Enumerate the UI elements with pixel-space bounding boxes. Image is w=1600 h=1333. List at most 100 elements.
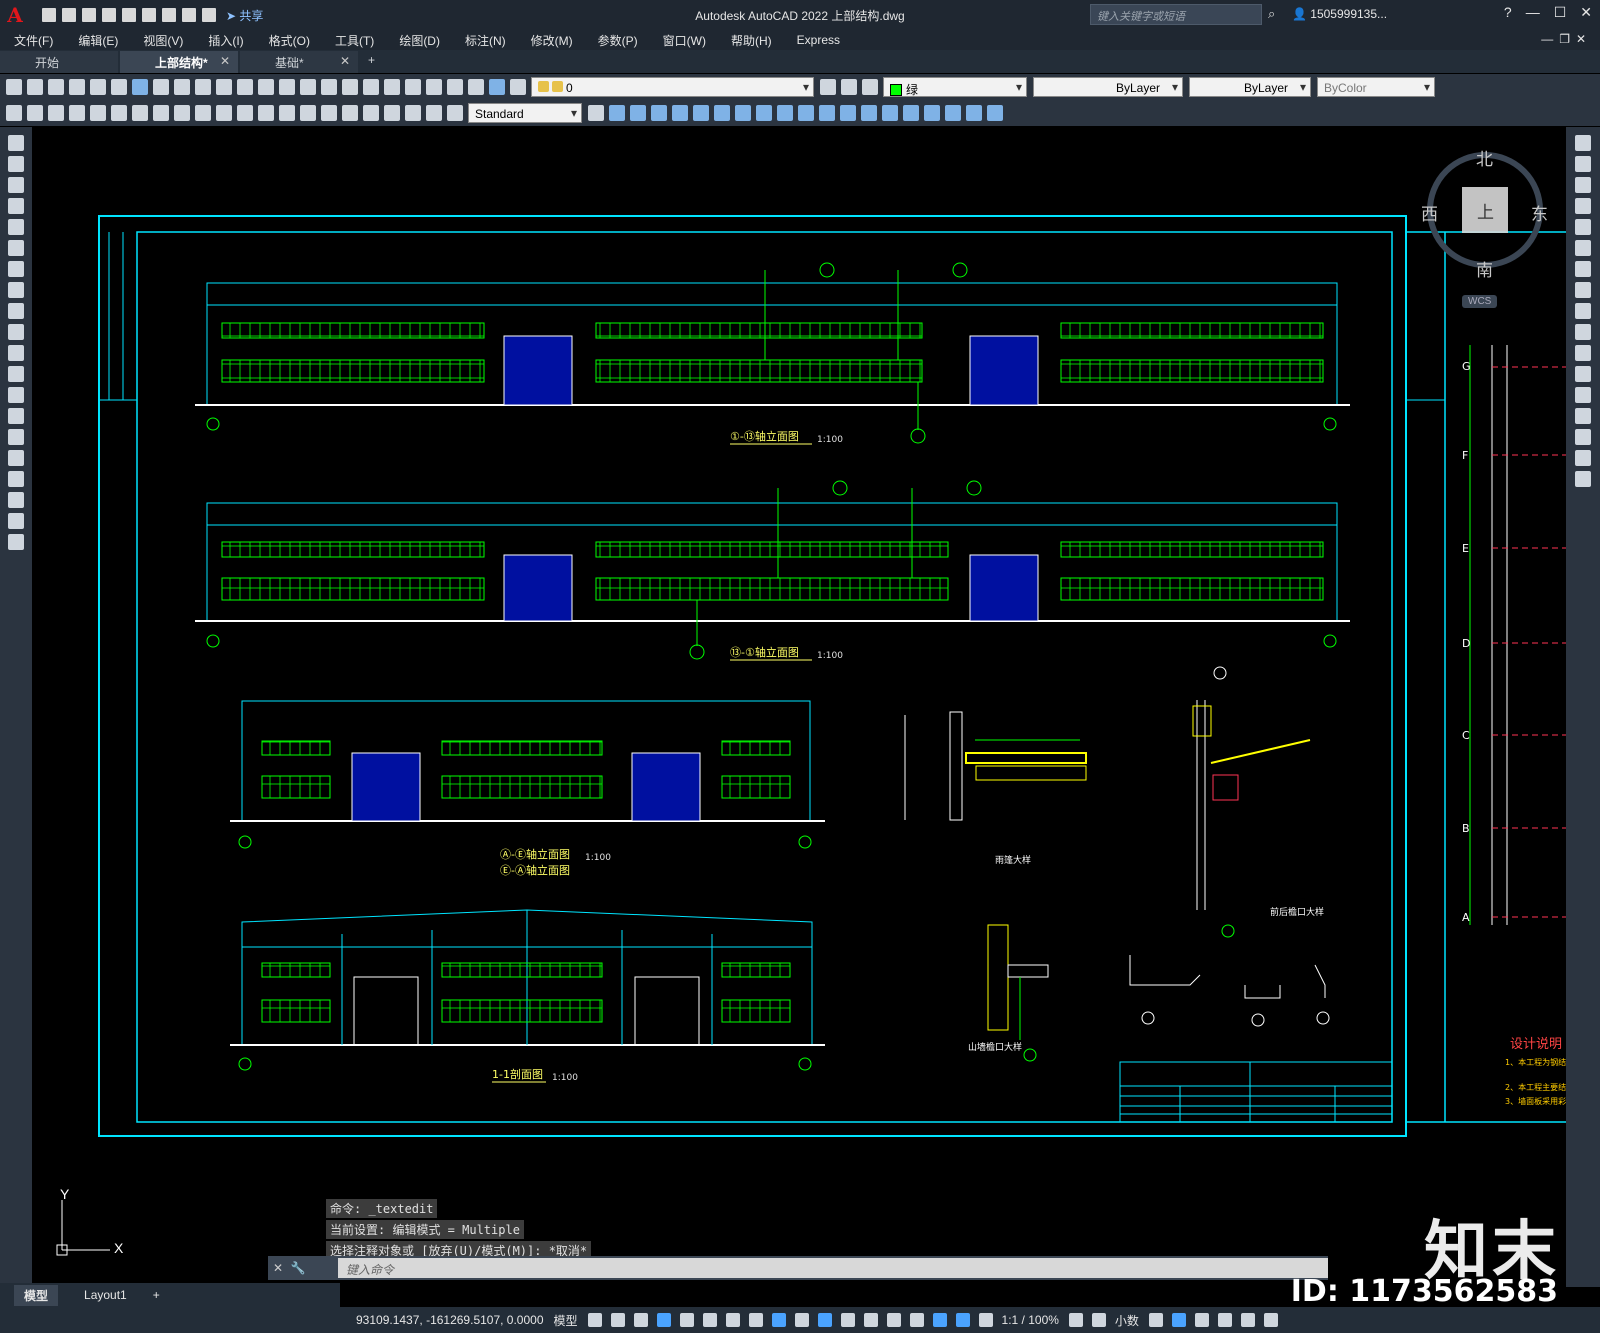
circle-icon[interactable] — [8, 261, 24, 277]
view-left-icon[interactable] — [672, 105, 688, 121]
model-space-button[interactable]: 模型 — [554, 1312, 578, 1329]
menu-format[interactable]: 格式(O) — [269, 32, 310, 49]
publish-icon[interactable] — [111, 79, 127, 95]
make-block-icon[interactable] — [8, 387, 24, 403]
ordinate-dim-icon[interactable] — [132, 105, 148, 121]
ellipse-arc-icon[interactable] — [8, 345, 24, 361]
hardware-accel-icon[interactable] — [1217, 1313, 1232, 1327]
tab-model[interactable]: 模型 — [14, 1284, 59, 1306]
auto-scale-icon[interactable] — [978, 1313, 993, 1327]
grid-icon[interactable] — [587, 1313, 602, 1327]
ellipse-icon[interactable] — [8, 324, 24, 340]
array-icon[interactable] — [1575, 219, 1591, 235]
lock-ui-icon[interactable] — [1171, 1313, 1186, 1327]
tab-start[interactable]: 开始 — [0, 51, 118, 73]
ucs-y-icon[interactable] — [798, 105, 814, 121]
menu-view[interactable]: 视图(V) — [143, 32, 183, 49]
layer-state-icon[interactable] — [862, 79, 878, 95]
construction-line-icon[interactable] — [8, 156, 24, 172]
ucs-icon[interactable] — [693, 105, 709, 121]
markup-icon[interactable] — [447, 79, 463, 95]
tool-palettes-icon[interactable] — [405, 79, 421, 95]
lineweight-icon[interactable] — [794, 1313, 809, 1327]
offset-icon[interactable] — [1575, 198, 1591, 214]
layer-icon[interactable] — [48, 105, 64, 121]
cut-icon[interactable] — [153, 79, 169, 95]
ucs-z-icon[interactable] — [756, 105, 772, 121]
dynamic-ucs-icon[interactable] — [886, 1313, 901, 1327]
isolate-objects-icon[interactable] — [1194, 1313, 1209, 1327]
text-style-dropdown[interactable]: Standard — [468, 103, 582, 123]
3d-osnap-icon[interactable] — [863, 1313, 878, 1327]
ucs-origin-icon[interactable] — [735, 105, 751, 121]
paste-icon[interactable] — [195, 79, 211, 95]
inspect-icon[interactable] — [363, 105, 379, 121]
blend-icon[interactable] — [1575, 450, 1591, 466]
help-icon[interactable]: ? — [1504, 4, 1512, 21]
calculator-icon[interactable] — [468, 79, 484, 95]
globe-icon[interactable] — [132, 79, 148, 95]
menu-edit[interactable]: 编辑(E) — [78, 32, 118, 49]
realistic-icon[interactable] — [924, 105, 940, 121]
annotation-monitor-icon[interactable] — [1091, 1313, 1106, 1327]
dim-update-icon[interactable] — [447, 105, 463, 121]
insert-block-icon[interactable] — [8, 366, 24, 382]
view-top-icon[interactable] — [630, 105, 646, 121]
undo-icon[interactable] — [182, 8, 196, 22]
make-current-icon[interactable] — [820, 79, 836, 95]
dim-space-icon[interactable] — [300, 105, 316, 121]
close-command-icon[interactable]: ✕ — [268, 1261, 288, 1275]
new-icon[interactable] — [42, 8, 56, 22]
gizmo-icon[interactable] — [932, 1313, 947, 1327]
menu-modify[interactable]: 修改(M) — [531, 32, 573, 49]
dim-edit-icon[interactable] — [405, 105, 421, 121]
layer-manager-icon[interactable] — [510, 79, 526, 95]
close-tab-icon[interactable]: ✕ — [220, 54, 230, 68]
print-icon[interactable] — [69, 79, 85, 95]
menu-file[interactable]: 文件(F) — [14, 32, 53, 49]
ucs-apply-icon[interactable] — [819, 105, 835, 121]
annotation-visibility-icon[interactable] — [955, 1313, 970, 1327]
save-icon[interactable] — [82, 8, 96, 22]
app-logo-icon[interactable]: A — [0, 0, 30, 30]
revcloud-icon[interactable] — [8, 282, 24, 298]
user-account[interactable]: 👤 1505999135... — [1292, 7, 1387, 21]
selection-cycling-icon[interactable] — [840, 1313, 855, 1327]
compass-west[interactable]: 西 — [1421, 200, 1438, 225]
clean-screen-icon[interactable] — [1240, 1313, 1255, 1327]
share-button[interactable]: ➤ 共享 — [226, 7, 263, 24]
radius-dim-icon[interactable] — [153, 105, 169, 121]
dim-text-edit-icon[interactable] — [426, 105, 442, 121]
coordinates-readout[interactable]: 93109.1437, -161269.5107, 0.0000 — [356, 1313, 544, 1327]
web-open-icon[interactable] — [122, 8, 136, 22]
osnap-icon[interactable] — [771, 1313, 786, 1327]
center-mark-icon[interactable] — [342, 105, 358, 121]
pan-icon[interactable] — [279, 79, 295, 95]
tab-layout1[interactable]: Layout1 — [84, 1288, 127, 1302]
menu-help[interactable]: 帮助(H) — [731, 32, 772, 49]
viewcube-top-face[interactable]: 上 — [1477, 198, 1494, 223]
materials-icon[interactable] — [987, 105, 1003, 121]
trim-icon[interactable] — [1575, 324, 1591, 340]
new-tab-button[interactable]: + — [360, 51, 388, 73]
linear-dim-icon[interactable] — [69, 105, 85, 121]
zoom-previous-icon[interactable] — [342, 79, 358, 95]
tab-foundation[interactable]: 基础* ✕ — [240, 51, 358, 73]
rectangle-icon[interactable] — [8, 219, 24, 235]
fillet-icon[interactable] — [1575, 429, 1591, 445]
layer-dropdown[interactable]: 0 — [531, 77, 814, 97]
move-icon[interactable] — [1575, 240, 1591, 256]
drawing-area[interactable]: ①-⑬轴立面图 1:100 ⑬-①轴立面图 1:100 Ⓐ-Ⓔ轴立面图 Ⓔ-Ⓐ轴… — [32, 127, 1566, 1252]
help-icon[interactable] — [489, 79, 505, 95]
dim-style-icon[interactable] — [588, 105, 604, 121]
redo-icon[interactable] — [258, 79, 274, 95]
continue-dim-icon[interactable] — [279, 105, 295, 121]
ucs-world-icon[interactable] — [714, 105, 730, 121]
arc-length-icon[interactable] — [111, 105, 127, 121]
ortho-icon[interactable] — [679, 1313, 694, 1327]
mirror-icon[interactable] — [1575, 177, 1591, 193]
line-icon[interactable] — [8, 135, 24, 151]
polar-icon[interactable] — [702, 1313, 717, 1327]
workspace-gear-icon[interactable] — [1068, 1313, 1083, 1327]
properties-icon[interactable] — [363, 79, 379, 95]
